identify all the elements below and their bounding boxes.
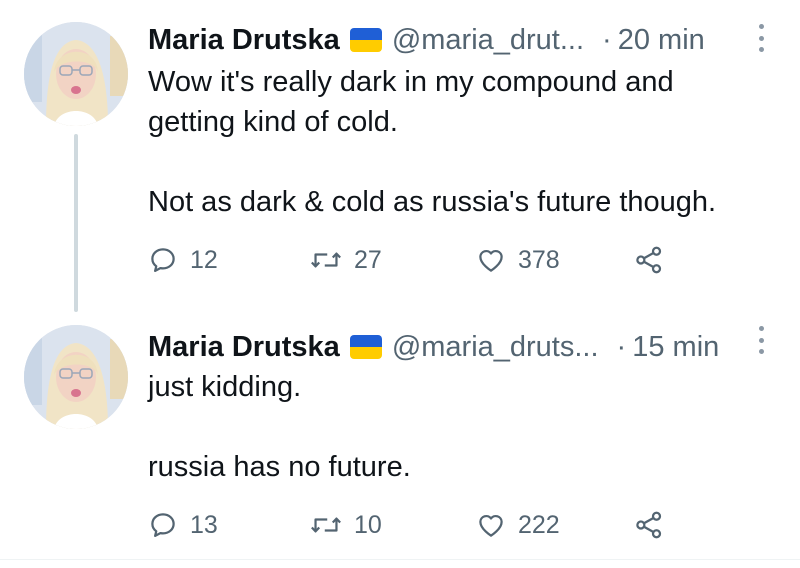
share-icon [636,511,662,539]
heart-icon [479,249,503,272]
avatar[interactable] [24,325,128,429]
retweet-count: 10 [354,510,382,539]
tweet-text-line: Not as dark & cold as russia's future th… [148,186,717,218]
separator-dot: · [602,23,612,56]
author-handle[interactable]: @maria_drut... [392,24,584,57]
tweet-header: Maria Drutska @maria_drut... · 20 min [148,20,705,60]
tweet-text: just kidding. russia has no future. [148,367,778,487]
heart-icon [479,514,503,537]
author-name[interactable]: Maria Drutska [148,24,340,57]
reply-count: 13 [190,510,218,539]
timestamp[interactable]: 15 min [632,331,719,364]
separator-dot: · [616,330,627,363]
reply-count: 12 [190,245,218,274]
share-icon [636,246,662,274]
like-button[interactable]: 378 [476,244,560,276]
tweet-text-line: Wow it's really dark in my compound and [148,66,674,98]
share-button[interactable] [634,509,664,541]
retweet-icon [311,517,341,533]
tweet-thread: Maria Drutska @maria_drut... · 20 min Wo… [0,0,800,568]
like-count: 222 [518,510,560,539]
more-options-icon[interactable] [758,24,764,52]
reply-button[interactable]: 12 [148,244,218,276]
like-count: 378 [518,245,560,274]
retweet-button[interactable]: 10 [310,509,382,541]
reply-icon [151,513,175,537]
ukraine-flag-icon [349,28,382,52]
author-handle[interactable]: @maria_druts... [392,331,599,364]
like-button[interactable]: 222 [476,509,560,541]
avatar-photo [24,325,128,429]
ukraine-flag-icon [349,335,382,359]
tweet-text: Wow it's really dark in my compound and … [148,62,778,222]
reply-button[interactable]: 13 [148,509,218,541]
author-name[interactable]: Maria Drutska [148,331,340,364]
timestamp[interactable]: 20 min [618,24,705,57]
tweet[interactable]: Maria Drutska @maria_druts... · 15 min j… [0,305,800,560]
avatar-photo [24,22,128,126]
avatar[interactable] [24,22,128,126]
retweet-button[interactable]: 27 [310,244,382,276]
tweet-text-line: russia has no future. [148,451,411,483]
tweet[interactable]: Maria Drutska @maria_drut... · 20 min Wo… [0,0,800,300]
retweet-icon [311,252,341,268]
more-options-icon[interactable] [758,326,764,354]
tweet-text-line: just kidding. [148,371,302,403]
divider [0,559,800,560]
tweet-text-line: getting kind of cold. [148,106,398,138]
retweet-count: 27 [354,245,382,274]
share-button[interactable] [634,244,664,276]
tweet-header: Maria Drutska @maria_druts... · 15 min [148,327,719,367]
reply-icon [151,248,175,272]
